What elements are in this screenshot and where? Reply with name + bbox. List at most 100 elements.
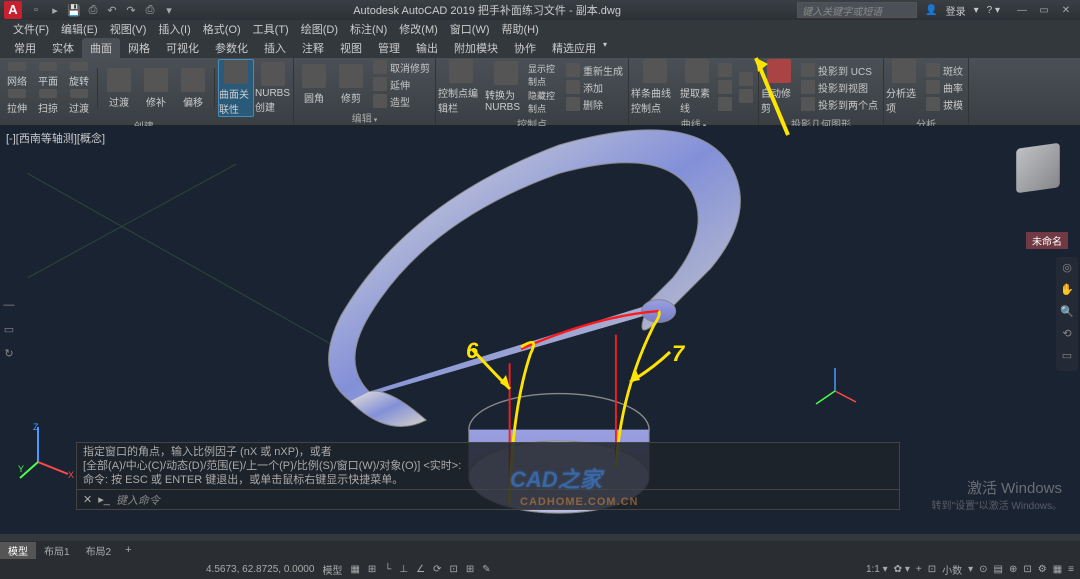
qat-save-icon[interactable]: 💾: [66, 2, 82, 18]
menu-format[interactable]: 格式(O): [198, 21, 246, 37]
btn-del-cv[interactable]: 删除: [563, 96, 626, 112]
tab-annotate[interactable]: 注释: [294, 38, 332, 58]
menu-modify[interactable]: 修改(M): [394, 21, 443, 37]
btn-nurbs-create[interactable]: NURBS创建: [255, 59, 291, 117]
tab-output[interactable]: 输出: [408, 38, 446, 58]
status-lwt-icon[interactable]: ⊡: [449, 564, 457, 575]
close-icon[interactable]: ✕: [83, 493, 92, 506]
status-transp-icon[interactable]: ⊞: [466, 564, 474, 575]
btn-show-cv[interactable]: 显示控制点: [528, 61, 562, 87]
status-iso-icon[interactable]: ▤: [994, 564, 1003, 575]
status-qp-icon[interactable]: ✎: [482, 564, 490, 575]
cart-icon[interactable]: ▾: [974, 5, 979, 16]
status-dd-icon[interactable]: ▾: [968, 564, 973, 575]
btn-planar[interactable]: 平面: [33, 62, 63, 88]
vl-tool-b[interactable]: ▭: [2, 323, 16, 337]
btn-curve-a[interactable]: [715, 62, 735, 78]
btn-curve-b[interactable]: [715, 79, 735, 95]
vl-tool-a[interactable]: —: [2, 299, 16, 313]
tab-featured[interactable]: 精选应用: [544, 38, 610, 58]
status-target-icon[interactable]: ⊙: [979, 564, 987, 575]
btn-zebra[interactable]: 斑纹: [923, 62, 966, 78]
command-input[interactable]: ✕ ▸_ 键入命令: [77, 489, 899, 509]
status-plus-icon[interactable]: +: [916, 564, 922, 575]
qat-open-icon[interactable]: ▸: [47, 2, 63, 18]
btn-extrude[interactable]: 扫掠: [33, 89, 63, 115]
tab-surface[interactable]: 曲面: [82, 38, 120, 58]
btn-fillet[interactable]: 圆角: [296, 59, 332, 109]
status-clean-icon[interactable]: ⊡: [1023, 564, 1031, 575]
btn-draft[interactable]: 拔模: [923, 96, 966, 112]
tab-view[interactable]: 视图: [332, 38, 370, 58]
status-full-icon[interactable]: ▦: [1053, 564, 1062, 575]
maximize-button[interactable]: ▭: [1034, 3, 1054, 17]
btn-to-nurbs[interactable]: 转换为NURBS: [485, 59, 527, 115]
menu-tools[interactable]: 工具(T): [248, 21, 294, 37]
qat-new-icon[interactable]: ▫: [28, 2, 44, 18]
btn-network[interactable]: 网络: [2, 62, 32, 88]
qat-dropdown-icon[interactable]: ▾: [161, 2, 177, 18]
command-window[interactable]: 指定窗口的角点，输入比例因子 (nX 或 nXP)，或者 [全部(A)/中心(C…: [76, 442, 900, 510]
layout-tab-2[interactable]: 布局2: [78, 542, 120, 559]
tab-visualize[interactable]: 可视化: [158, 38, 207, 58]
btn-loft[interactable]: 拉伸: [2, 89, 32, 115]
qat-print-icon[interactable]: ⎙: [142, 2, 158, 18]
btn-sweep[interactable]: 旋转: [64, 62, 94, 88]
tab-solid[interactable]: 实体: [44, 38, 82, 58]
btn-blend[interactable]: 过渡: [101, 59, 137, 117]
status-polar-icon[interactable]: ⊥: [399, 564, 408, 575]
status-scale[interactable]: 1:1 ▾: [866, 564, 888, 575]
qat-saveas-icon[interactable]: ⎙: [85, 2, 101, 18]
btn-revolve[interactable]: 过渡: [64, 89, 94, 115]
tab-mesh[interactable]: 网格: [120, 38, 158, 58]
btn-extract-iso[interactable]: 提取素线: [680, 59, 714, 115]
panel-edit-title[interactable]: 编辑: [296, 109, 433, 126]
btn-hide-cv[interactable]: 隐藏控制点: [528, 88, 562, 114]
status-model[interactable]: 模型: [322, 562, 342, 577]
viewport[interactable]: [-][西南等轴测][概念]: [0, 126, 1080, 534]
menu-view[interactable]: 视图(V): [105, 21, 152, 37]
btn-add-cv[interactable]: 添加: [563, 79, 626, 95]
menu-insert[interactable]: 插入(I): [153, 21, 195, 37]
nav-orbit-icon[interactable]: ⟲: [1058, 327, 1076, 345]
btn-proj-view[interactable]: 投影到视图: [798, 79, 881, 95]
menu-edit[interactable]: 编辑(E): [56, 21, 103, 37]
btn-patch[interactable]: 修补: [138, 59, 174, 117]
status-grid-icon[interactable]: ▦: [350, 564, 359, 575]
status-hw-icon[interactable]: ⊕: [1009, 564, 1017, 575]
btn-curve-e[interactable]: [736, 88, 756, 104]
tab-manage[interactable]: 管理: [370, 38, 408, 58]
btn-offset[interactable]: 偏移: [175, 59, 211, 117]
menu-dimension[interactable]: 标注(N): [345, 21, 392, 37]
status-snap-icon[interactable]: ⊞: [368, 564, 376, 575]
tab-addins[interactable]: 附加模块: [446, 38, 506, 58]
account-icon[interactable]: 👤: [925, 5, 937, 16]
btn-sculpt[interactable]: 造型: [370, 93, 433, 109]
tab-home[interactable]: 常用: [6, 38, 44, 58]
status-ws-icon[interactable]: ⊡: [928, 564, 936, 575]
status-osnap-icon[interactable]: ∠: [416, 564, 425, 575]
status-ortho-icon[interactable]: └: [384, 564, 391, 575]
btn-autotrim[interactable]: 自动修剪: [761, 59, 797, 115]
menu-file[interactable]: 文件(F): [8, 21, 54, 37]
menu-draw[interactable]: 绘图(D): [296, 21, 343, 37]
btn-rebuild[interactable]: 重新生成: [563, 62, 626, 78]
nav-zoom-icon[interactable]: 🔍: [1058, 305, 1076, 323]
nav-wheel-icon[interactable]: ◎: [1058, 261, 1076, 279]
tab-insert[interactable]: 插入: [256, 38, 294, 58]
minimize-button[interactable]: —: [1012, 3, 1032, 17]
search-input[interactable]: 键入关键字或短语: [797, 2, 917, 18]
btn-untrim[interactable]: 取消修剪: [370, 59, 433, 75]
btn-curve-c[interactable]: [715, 96, 735, 112]
btn-analysis-opts[interactable]: 分析选项: [886, 59, 922, 115]
layout-add-button[interactable]: +: [119, 544, 137, 556]
status-otrack-icon[interactable]: ⟳: [433, 564, 441, 575]
status-menu-icon[interactable]: ≡: [1068, 564, 1074, 575]
nav-show-icon[interactable]: ▭: [1058, 349, 1076, 367]
help-icon[interactable]: ? ▾: [987, 5, 1000, 16]
app-logo[interactable]: A: [4, 1, 22, 19]
btn-curvature[interactable]: 曲率: [923, 79, 966, 95]
coordinates-display[interactable]: 4.5673, 62.8725, 0.0000: [206, 564, 314, 575]
btn-proj-2pt[interactable]: 投影到两个点: [798, 96, 881, 112]
btn-extend[interactable]: 延伸: [370, 76, 433, 92]
